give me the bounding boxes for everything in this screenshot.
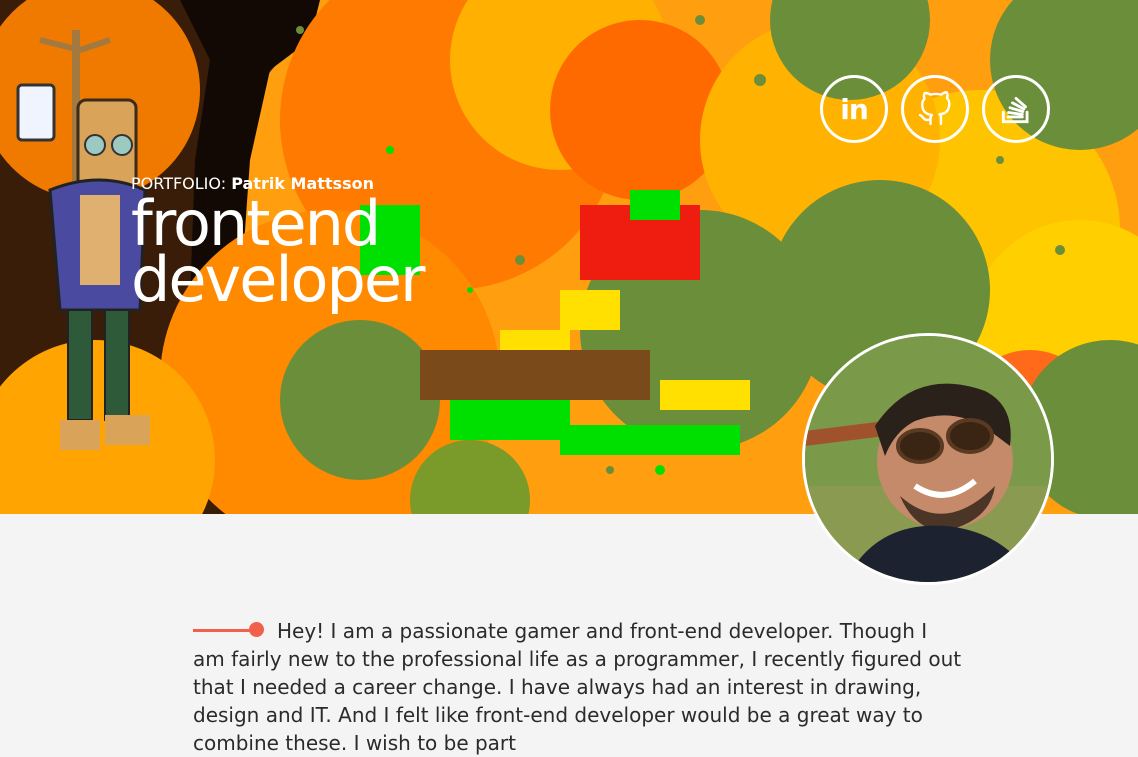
github-icon [918,91,951,126]
linkedin-link[interactable]: in [820,75,888,143]
github-link[interactable] [901,75,969,143]
stackoverflow-link[interactable] [982,75,1050,143]
stackoverflow-icon [1001,96,1029,124]
profile-photo [805,336,1051,582]
avatar [802,333,1054,585]
social-links: in [820,75,1050,143]
title-line-2: developer [131,243,425,316]
accent-line-icon [193,617,264,645]
linkedin-icon: in [840,92,869,126]
intro-text: Hey! I am a passionate gamer and front-e… [193,619,962,755]
intro-paragraph: Hey! I am a passionate gamer and front-e… [193,617,963,757]
page-title: frontend developer [131,193,425,316]
